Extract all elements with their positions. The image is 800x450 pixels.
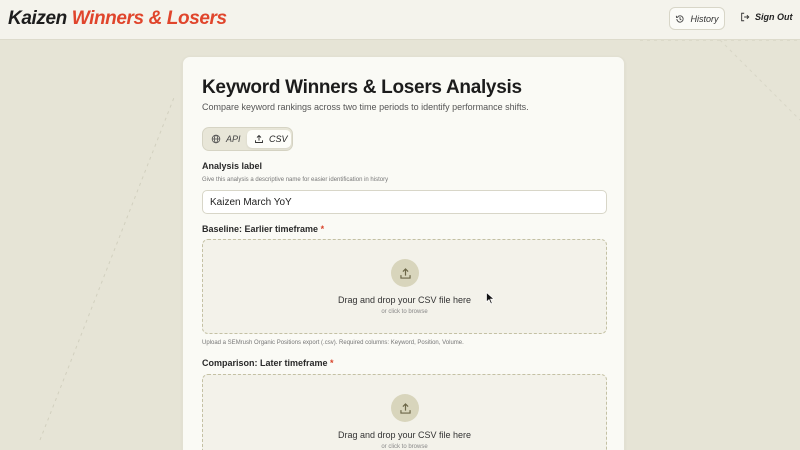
tab-api-label: API bbox=[226, 134, 241, 144]
brand-logo[interactable]: Kaizen Winners & Losers bbox=[8, 8, 227, 30]
tab-csv-label: CSV bbox=[269, 134, 288, 144]
top-bar: Kaizen Winners & Losers History Sign Out bbox=[0, 0, 800, 40]
baseline-label-text: Baseline: Earlier timeframe bbox=[202, 224, 319, 234]
sign-out-icon bbox=[741, 12, 750, 22]
baseline-dropzone[interactable]: Drag and drop your CSV file here or clic… bbox=[202, 239, 607, 334]
dropzone-main-text: Drag and drop your CSV file here bbox=[337, 295, 472, 305]
baseline-label: Baseline: Earlier timeframe * bbox=[202, 224, 324, 234]
sign-out-button[interactable]: Sign Out bbox=[740, 12, 793, 22]
sign-out-label: Sign Out bbox=[755, 12, 793, 22]
comparison-label: Comparison: Later timeframe * bbox=[202, 358, 334, 368]
dropzone-main-text: Drag and drop your CSV file here bbox=[337, 430, 472, 440]
page-subtitle: Compare keyword rankings across two time… bbox=[202, 102, 529, 112]
analysis-label-input[interactable] bbox=[202, 190, 607, 214]
baseline-help-text: Upload a SEMrush Organic Positions expor… bbox=[202, 340, 464, 346]
brand-name: Kaizen bbox=[8, 8, 67, 29]
dropzone-browse-text: or click to browse bbox=[381, 309, 428, 315]
analysis-form-card: Keyword Winners & Losers Analysis Compar… bbox=[182, 56, 625, 450]
history-icon bbox=[676, 14, 685, 23]
comparison-label-text: Comparison: Later timeframe bbox=[202, 358, 328, 368]
history-button[interactable]: History bbox=[669, 7, 725, 30]
page-title: Keyword Winners & Losers Analysis bbox=[202, 77, 522, 98]
analysis-label-heading: Analysis label bbox=[202, 161, 263, 171]
brand-product: Winners & Losers bbox=[71, 8, 227, 29]
source-toggle: API CSV bbox=[202, 127, 293, 151]
required-mark: * bbox=[320, 224, 325, 234]
globe-icon bbox=[211, 134, 221, 144]
upload-circle bbox=[391, 394, 419, 422]
mouse-cursor-icon bbox=[486, 292, 495, 305]
analysis-label-hint: Give this analysis a descriptive name fo… bbox=[202, 177, 389, 183]
upload-circle bbox=[391, 259, 419, 287]
tab-api[interactable]: API bbox=[211, 130, 247, 148]
upload-icon bbox=[255, 134, 263, 143]
history-label: History bbox=[690, 13, 719, 24]
upload-icon bbox=[399, 402, 411, 414]
upload-icon bbox=[399, 267, 411, 279]
dropzone-browse-text: or click to browse bbox=[381, 444, 428, 450]
tab-csv[interactable]: CSV bbox=[247, 130, 291, 148]
comparison-dropzone[interactable]: Drag and drop your CSV file here or clic… bbox=[202, 374, 607, 450]
required-mark: * bbox=[330, 358, 334, 368]
